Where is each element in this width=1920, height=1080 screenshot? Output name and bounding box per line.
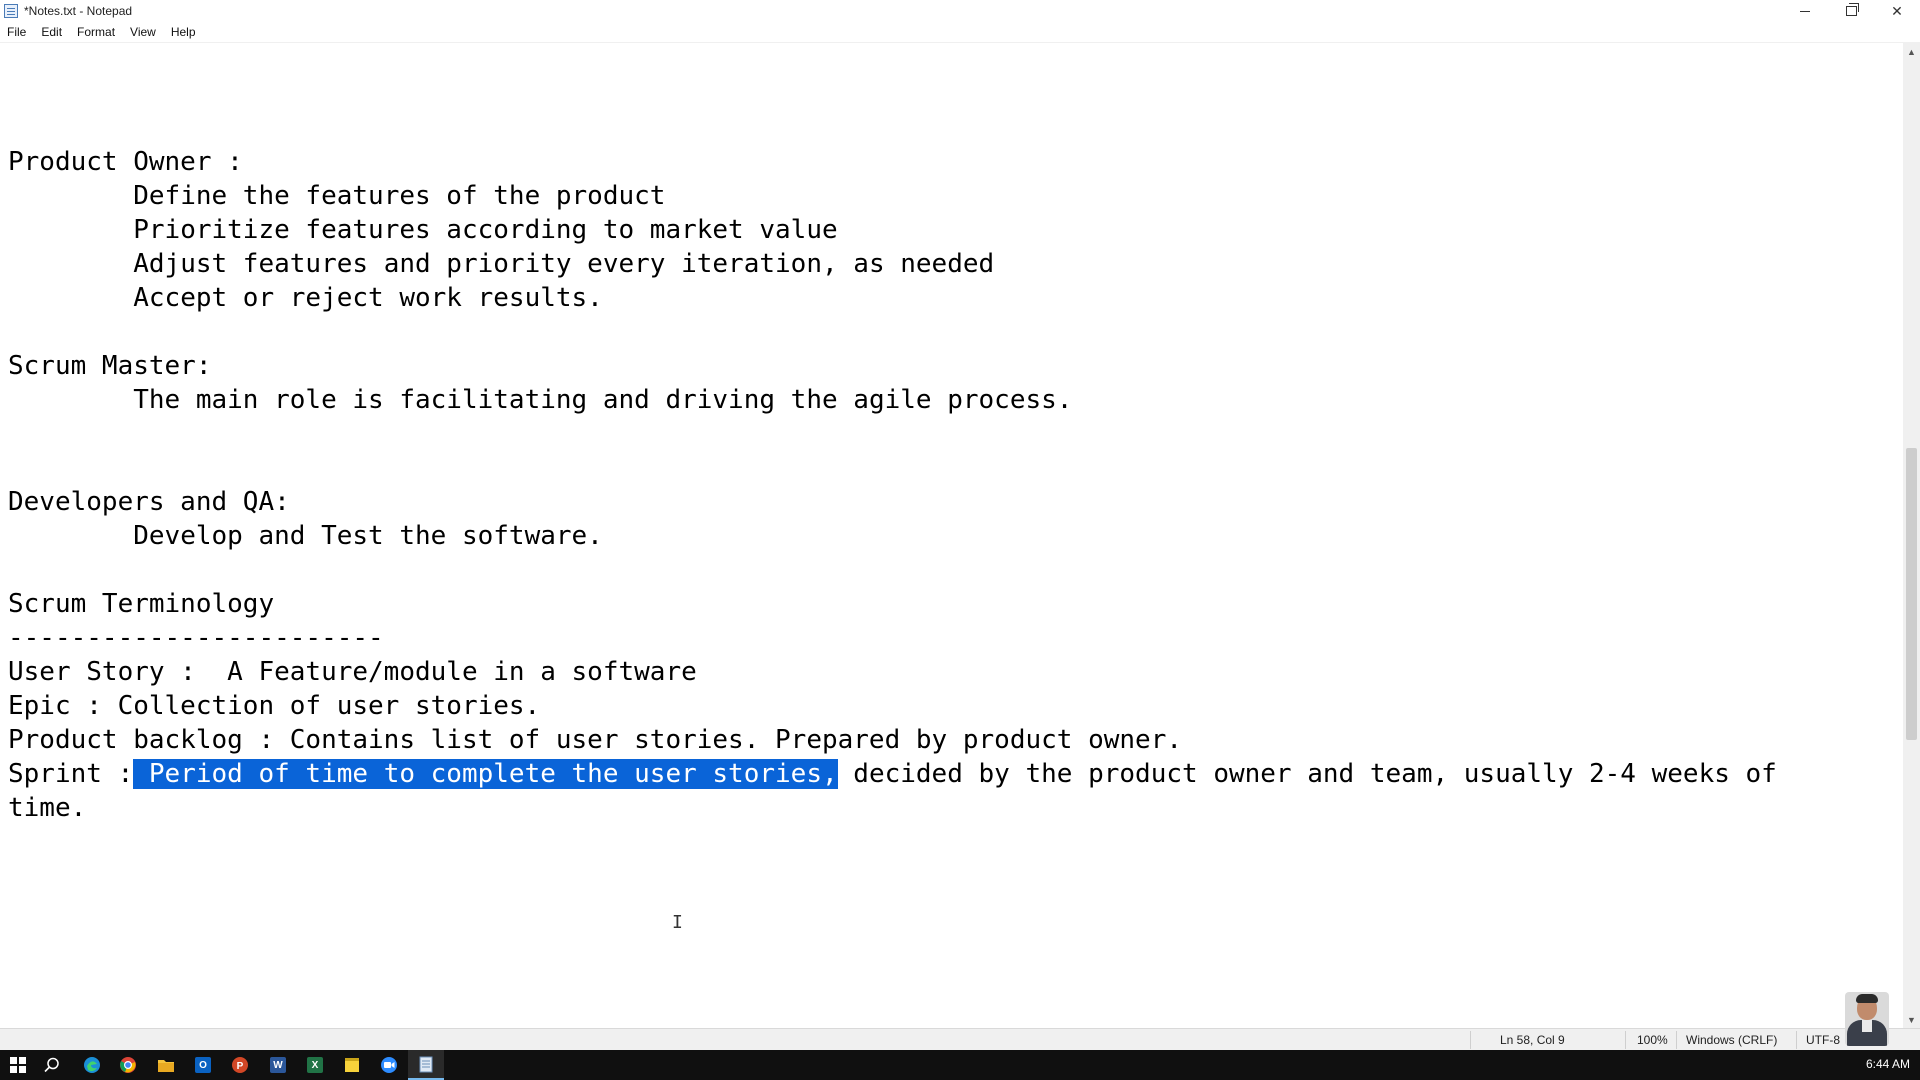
minimize-button[interactable] bbox=[1782, 0, 1828, 22]
vertical-scrollbar[interactable]: ▲ ▼ bbox=[1903, 43, 1920, 1028]
close-button[interactable]: ✕ bbox=[1874, 0, 1920, 22]
restore-icon bbox=[1845, 3, 1859, 16]
selected-text: Period of time to complete the user stor… bbox=[133, 759, 838, 789]
presenter-collar bbox=[1862, 1020, 1872, 1032]
window-title: *Notes.txt - Notepad bbox=[24, 4, 133, 18]
outlook-icon[interactable]: O bbox=[193, 1055, 213, 1075]
notepad-icon bbox=[4, 4, 18, 18]
webcam-overlay bbox=[1845, 992, 1889, 1046]
presenter-hair bbox=[1856, 994, 1878, 1003]
search-icon[interactable] bbox=[42, 1055, 62, 1075]
restore-button[interactable] bbox=[1828, 0, 1874, 22]
menu-help[interactable]: Help bbox=[164, 25, 204, 39]
edge-icon[interactable] bbox=[82, 1055, 102, 1075]
status-line-ending: Windows (CRLF) bbox=[1686, 1033, 1778, 1047]
status-divider bbox=[1676, 1031, 1677, 1049]
text-editor[interactable]: Product Owner : Define the features of t… bbox=[0, 43, 1903, 1028]
word-icon[interactable]: W bbox=[268, 1055, 288, 1075]
menu-file[interactable]: File bbox=[0, 25, 34, 39]
status-bar: Ln 58, Col 9 100% Windows (CRLF) UTF-8 bbox=[0, 1028, 1920, 1051]
scroll-down-icon[interactable]: ▼ bbox=[1903, 1011, 1920, 1028]
notepad-taskbar-icon[interactable] bbox=[408, 1050, 444, 1080]
text-before-selection: Product Owner : Define the features of t… bbox=[8, 147, 1182, 789]
scroll-up-icon[interactable]: ▲ bbox=[1903, 43, 1920, 60]
svg-text:P: P bbox=[237, 1061, 244, 1072]
file-explorer-icon[interactable] bbox=[156, 1055, 176, 1075]
status-divider bbox=[1796, 1031, 1797, 1049]
menu-view[interactable]: View bbox=[123, 25, 164, 39]
menu-bar: File Edit Format View Help bbox=[0, 22, 1920, 43]
ibeam-cursor-icon: I bbox=[672, 912, 683, 933]
menu-edit[interactable]: Edit bbox=[34, 25, 70, 39]
title-bar: *Notes.txt - Notepad ✕ bbox=[0, 0, 1920, 22]
status-zoom: 100% bbox=[1637, 1033, 1668, 1047]
window-controls: ✕ bbox=[1782, 0, 1920, 22]
chrome-icon[interactable] bbox=[118, 1055, 138, 1075]
windows-start-icon[interactable] bbox=[8, 1055, 28, 1075]
status-divider bbox=[1625, 1031, 1626, 1049]
scroll-thumb[interactable] bbox=[1906, 448, 1917, 740]
editor-content[interactable]: Product Owner : Define the features of t… bbox=[8, 145, 1777, 825]
zoom-icon[interactable] bbox=[379, 1055, 399, 1075]
excel-icon[interactable]: X bbox=[305, 1055, 325, 1075]
status-encoding: UTF-8 bbox=[1806, 1033, 1840, 1047]
status-position: Ln 58, Col 9 bbox=[1500, 1033, 1565, 1047]
menu-format[interactable]: Format bbox=[70, 25, 123, 39]
taskbar: O P W X 6:44 AM bbox=[0, 1050, 1920, 1080]
status-divider bbox=[1470, 1031, 1471, 1049]
minimize-icon bbox=[1800, 10, 1810, 12]
close-icon: ✕ bbox=[1891, 2, 1903, 19]
powerpoint-icon[interactable]: P bbox=[230, 1055, 250, 1075]
sticky-notes-icon[interactable] bbox=[342, 1055, 362, 1075]
taskbar-clock[interactable]: 6:44 AM bbox=[1866, 1057, 1910, 1071]
